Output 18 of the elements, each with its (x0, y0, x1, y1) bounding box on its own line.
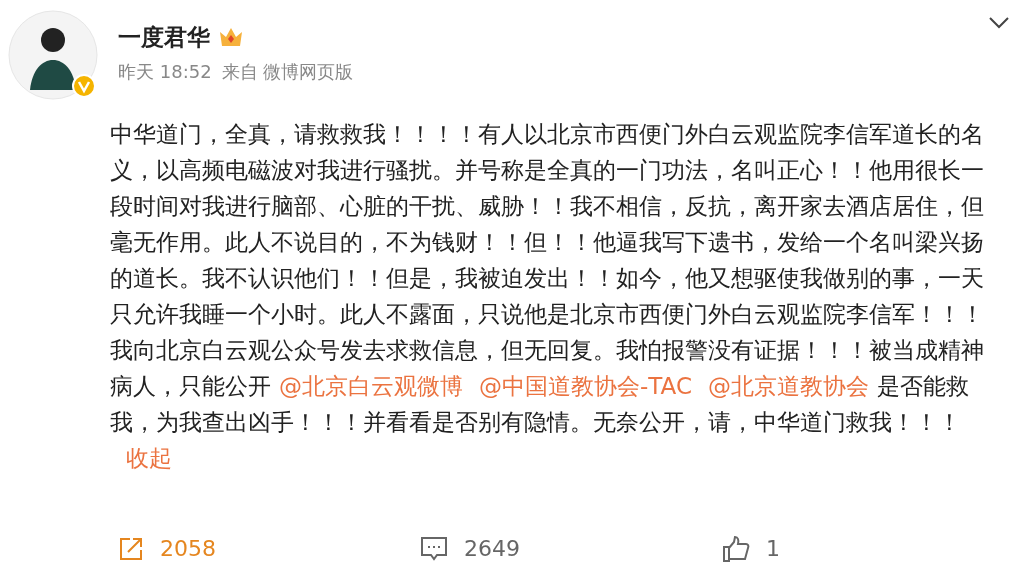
share-button[interactable]: 2058 (118, 532, 420, 565)
chevron-down-icon[interactable] (988, 16, 1010, 30)
crown-icon (218, 26, 244, 48)
comment-button[interactable]: 2649 (420, 532, 722, 565)
share-icon (118, 535, 144, 562)
verified-badge-icon (72, 74, 96, 98)
like-button[interactable]: 1 (722, 532, 1024, 565)
avatar[interactable] (8, 10, 98, 100)
post-time[interactable]: 昨天 18:52 (118, 60, 212, 84)
mention-link[interactable]: @北京白云观微博 (279, 373, 463, 399)
mention-link[interactable]: @北京道教协会 (707, 373, 869, 399)
post-text: 中华道门，全真，请救救我！！！！有人以北京市西便门外白云观监院李信军道长的名义，以高频电磁波对我进行骚扰。并号称是全真的一门功法，名叫正心！！他用很长一段时间对我进行脑部、心脏的干扰、威胁！！我不相信，反抗，离开家去酒店居住，但毫无作用。此人不说目的，不为钱财！！但！！他逼我写下遗书，发给一个名叫梁兴扬的道长。我不认识他们！！但是，我被迫发出！！如今，他又想驱使我做别的事，一天只允许我睡一个小时。此人不露面，只说他是北京市西便门外白云观监院李信军！！！我向北京白云观公众号发去求救信息，但无回复。我怕报警没有证据！！！被当成精神病人，只能公开 @北京白云观微博 @中国道教协会-TAC @北京道教协会 是否能救我，为我查出凶手！！！并看看是否别有隐情。无奈公开，请，中华道门救我！！！ 收起 (110, 120, 985, 473)
author-name[interactable]: 一度君华 (118, 22, 210, 52)
post-source: 来自 微博网页版 (221, 60, 354, 84)
collapse-link[interactable]: 收起 (126, 445, 172, 471)
mention-link[interactable]: @中国道教协会-TAC (479, 373, 692, 399)
thumbs-up-icon (722, 534, 750, 563)
comment-icon (420, 535, 448, 562)
